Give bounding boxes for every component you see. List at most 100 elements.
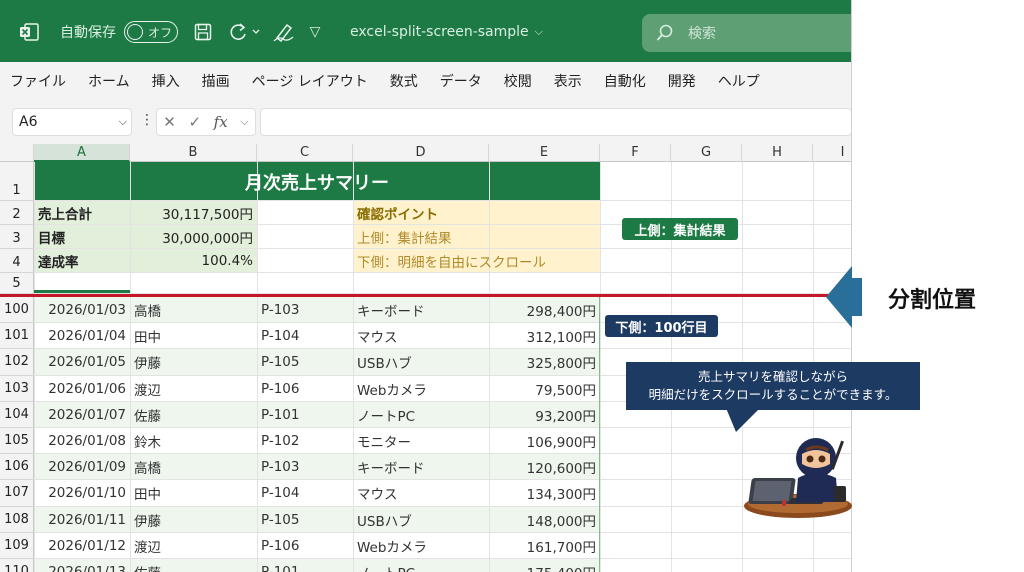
row-header-110[interactable]: 110 <box>0 559 34 572</box>
formula-tools: ✕ ✓ fx ⌵ <box>156 108 256 136</box>
toggle-knob <box>127 24 143 40</box>
row-header-104[interactable]: 104 <box>0 401 34 428</box>
menu-item-4[interactable]: ページ レイアウト <box>252 71 368 91</box>
detail-amount: 93,200円 <box>535 408 596 425</box>
detail-date: 2026/01/04 <box>48 328 126 345</box>
detail-product: モニター <box>357 435 411 452</box>
customize-toolbar-icon[interactable]: ▽ <box>308 22 322 42</box>
callout-line-2: 明細だけをスクロールすることができます。 <box>648 387 898 402</box>
detail-code: P-103 <box>261 459 300 476</box>
row-header-109[interactable]: 109 <box>0 532 34 559</box>
menu-item-8[interactable]: 表示 <box>554 71 582 91</box>
detail-code: P-101 <box>257 559 353 572</box>
draw-icon[interactable] <box>272 22 296 42</box>
menu-item-10[interactable]: 開発 <box>668 71 696 91</box>
row-header-1[interactable]: 1 <box>0 162 34 201</box>
excel-window: 自動保存 オフ ▽ excel-split-screen-sample ⌵ 検索… <box>0 0 852 572</box>
row-header-3[interactable]: 3 <box>0 225 34 249</box>
menu-item-7[interactable]: 校閲 <box>504 71 532 91</box>
detail-name: 伊藤 <box>134 356 161 373</box>
detail-code: P-102 <box>261 433 300 450</box>
detail-amount: 161,700円 <box>526 539 596 556</box>
menu-item-1[interactable]: ホーム <box>88 71 130 91</box>
detail-amount: 79,500円 <box>535 382 596 399</box>
row-header-4[interactable]: 4 <box>0 249 34 273</box>
upper-pane-label: 上側：集計結果 <box>622 218 738 240</box>
summary-label: 売上合計 <box>38 207 92 223</box>
row-header-5[interactable]: 5 <box>0 273 34 294</box>
detail-code: P-106 <box>261 380 300 397</box>
ribbon-menu: ファイル ホーム 挿入 描画 ページ レイアウト 数式 データ 校閲 表示 自動化 開発 ヘルプ <box>0 62 851 100</box>
check-icon[interactable]: ✓ <box>188 113 201 131</box>
detail-date: 2026/01/06 <box>48 380 126 397</box>
column-header-h[interactable]: H <box>742 144 813 162</box>
column-header-c[interactable]: C <box>257 144 353 162</box>
row-header-108[interactable]: 108 <box>0 506 34 533</box>
column-header-g[interactable]: G <box>671 144 742 162</box>
sheet-title: 月次売上サマリー <box>245 172 389 194</box>
split-bar[interactable] <box>0 294 851 297</box>
detail-name: 田中 <box>134 487 161 504</box>
name-box[interactable]: A6 ⌵ <box>12 108 132 136</box>
row-header-103[interactable]: 103 <box>0 375 34 402</box>
detail-amount: 120,600円 <box>526 461 596 478</box>
redo-icon[interactable] <box>228 22 262 42</box>
row-header-100[interactable]: 100 <box>0 297 34 324</box>
search-box[interactable]: 検索 <box>642 14 851 52</box>
detail-name: 高橋 <box>134 304 161 321</box>
column-header-i[interactable]: I <box>813 144 851 162</box>
explanation-callout: 売上サマリを確認しながら 明細だけをスクロールすることができます。 <box>626 362 920 410</box>
menu-item-2[interactable]: 挿入 <box>152 71 180 91</box>
menu-item-9[interactable]: 自動化 <box>604 71 646 91</box>
insert-function-button[interactable]: fx <box>214 113 228 131</box>
row-header-2[interactable]: 2 <box>0 201 34 225</box>
detail-table-border <box>599 297 600 572</box>
autosave-label: 自動保存 <box>60 25 116 41</box>
column-header-b[interactable]: B <box>130 144 257 162</box>
detail-name: 鈴木 <box>134 435 161 452</box>
detail-product: マウス <box>357 330 398 347</box>
detail-name: 渡辺 <box>134 539 161 556</box>
file-name-dropdown[interactable]: excel-split-screen-sample ⌵ <box>350 22 543 42</box>
detail-amount: 106,900円 <box>526 435 596 452</box>
row-header-105[interactable]: 105 <box>0 428 34 455</box>
detail-name: 高橋 <box>134 461 161 478</box>
menu-item-3[interactable]: 描画 <box>202 71 230 91</box>
detail-product: キーボード <box>357 304 425 321</box>
detail-date: 2026/01/05 <box>48 354 126 371</box>
menu-item-0[interactable]: ファイル <box>10 71 66 91</box>
formula-input[interactable] <box>260 108 851 136</box>
ninja-mascot-icon <box>744 438 852 518</box>
select-all-corner[interactable] <box>0 144 34 162</box>
column-header-a[interactable]: A <box>34 144 130 162</box>
detail-date: 2026/01/11 <box>48 511 126 528</box>
row-header-107[interactable]: 107 <box>0 480 34 507</box>
split-arrow-icon <box>826 266 862 328</box>
summary-value: 30,000,000円 <box>162 231 253 247</box>
summary-label: 目標 <box>38 231 65 247</box>
cancel-icon[interactable]: ✕ <box>163 113 176 131</box>
menu-item-6[interactable]: データ <box>440 71 482 91</box>
save-icon[interactable] <box>192 22 214 42</box>
column-header-d[interactable]: D <box>353 144 489 162</box>
row-header-102[interactable]: 102 <box>0 349 34 376</box>
detail-code: P-105 <box>261 354 300 371</box>
column-header-f[interactable]: F <box>600 144 671 162</box>
menu-item-5[interactable]: 数式 <box>390 71 418 91</box>
detail-name: 佐藤 <box>134 408 161 425</box>
worksheet-grid[interactable]: A B C D E F G H I 1 2 3 4 5 100 101 102 103 104 105 106 107 10… <box>0 144 851 572</box>
more-options-icon[interactable]: ⋮ <box>140 112 154 128</box>
detail-code: P-103 <box>261 302 300 319</box>
chevron-down-icon[interactable]: ⌵ <box>240 115 248 129</box>
row-header-106[interactable]: 106 <box>0 454 34 481</box>
detail-amount: 134,300円 <box>526 487 596 504</box>
detail-amount: 298,400円 <box>526 304 596 321</box>
autosave-toggle[interactable]: オフ <box>124 21 178 43</box>
menu-item-11[interactable]: ヘルプ <box>718 71 760 91</box>
detail-product: ノートPC <box>357 408 416 425</box>
detail-product: マウス <box>357 487 398 504</box>
detail-name: 伊藤 <box>134 513 161 530</box>
column-header-e[interactable]: E <box>489 144 600 162</box>
excel-logo-icon[interactable] <box>18 22 40 42</box>
row-header-101[interactable]: 101 <box>0 323 34 350</box>
